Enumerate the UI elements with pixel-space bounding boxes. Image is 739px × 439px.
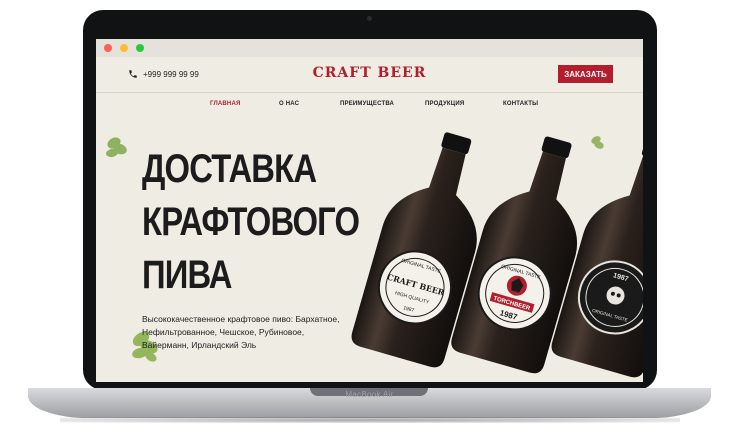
camera-icon xyxy=(367,16,372,21)
laptop-shadow xyxy=(60,417,680,423)
browser-window: +999 999 99 99 CRAFT BEER ЗАКАЗАТЬ ГЛАВН… xyxy=(96,39,643,382)
model-label: MacBook Air xyxy=(345,390,394,399)
beer-bottles-image: ORIGINAL TASTE CRAFT BEER HIGH QUALITY 1… xyxy=(351,132,643,378)
